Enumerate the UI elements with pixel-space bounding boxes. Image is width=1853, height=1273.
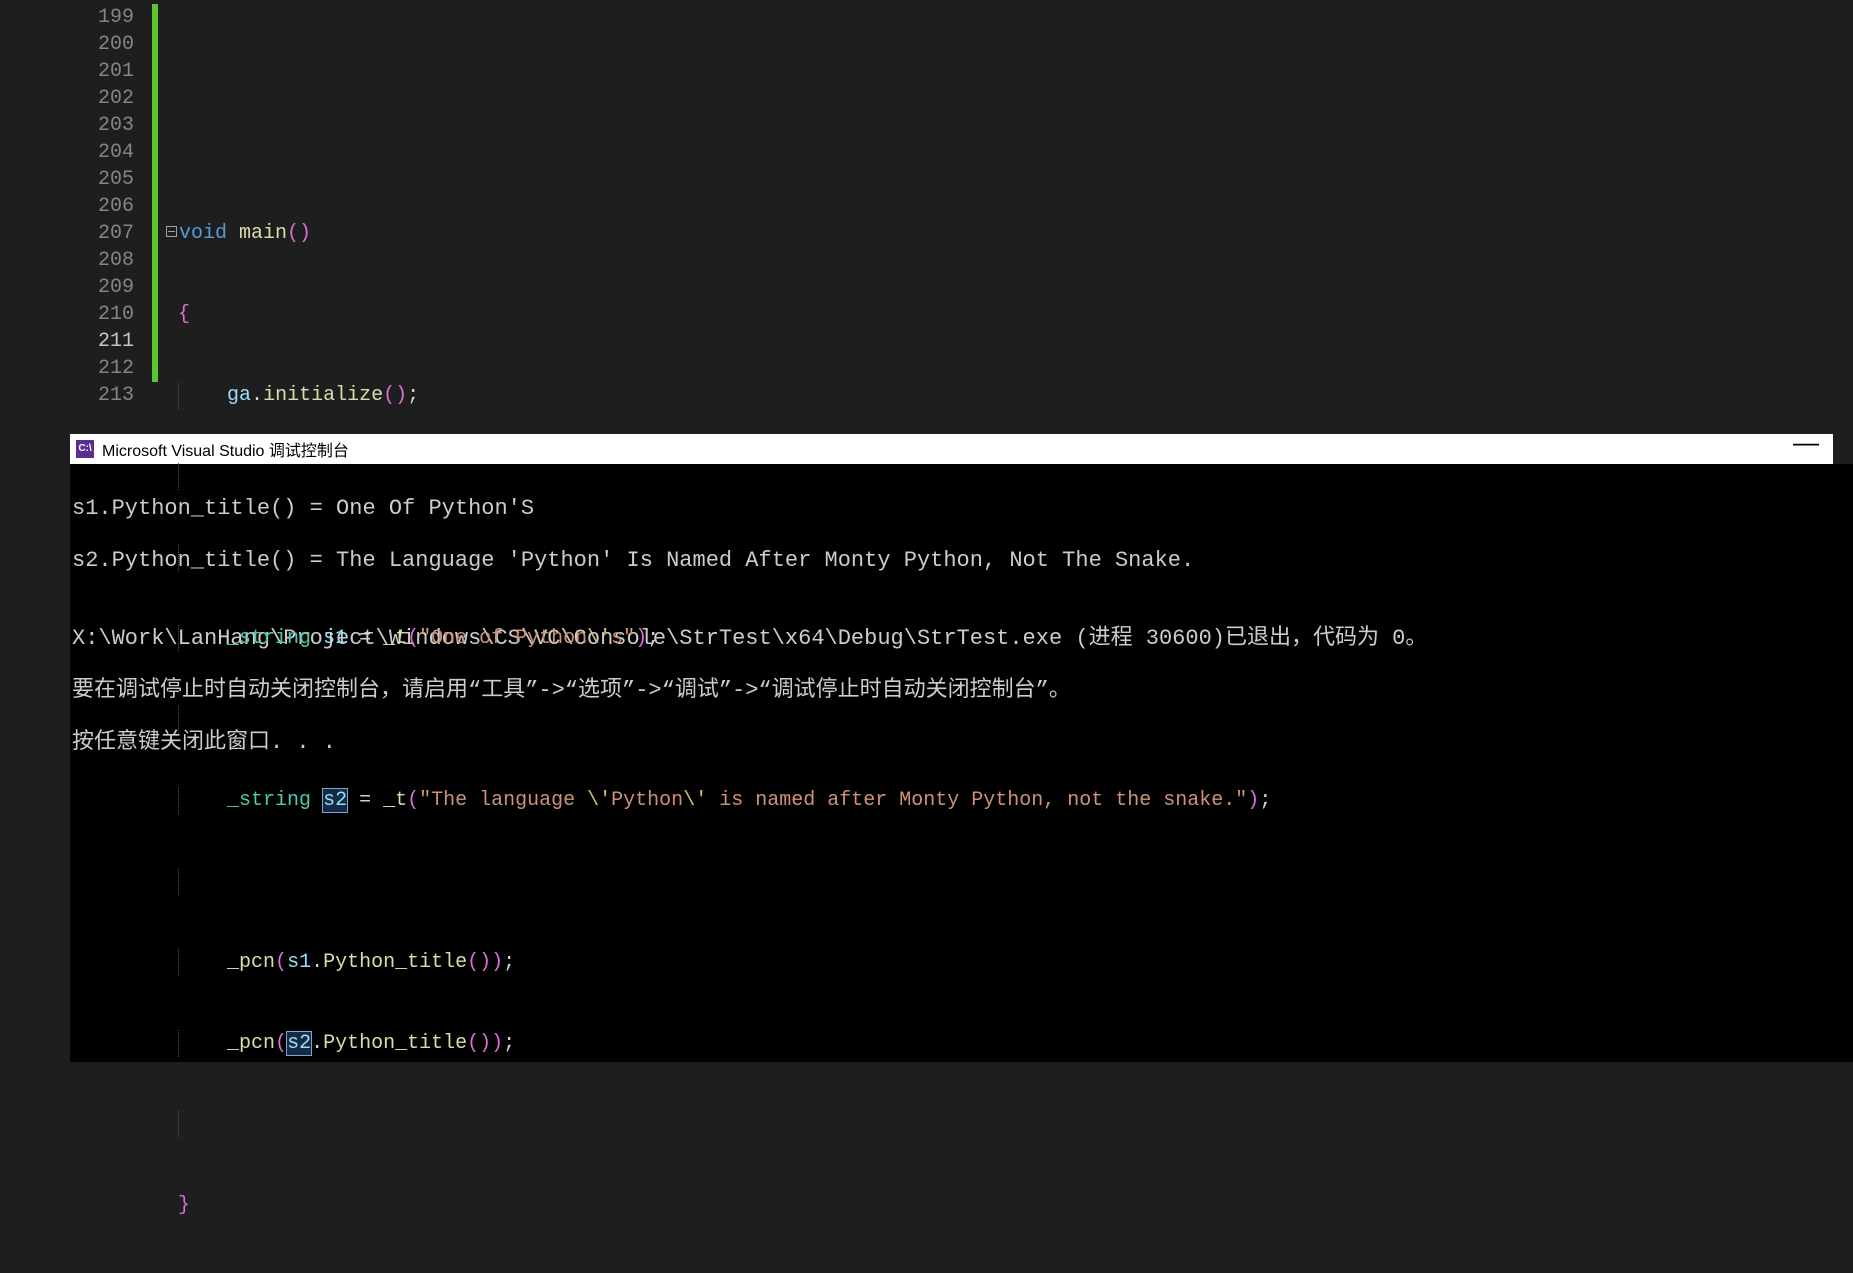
fold-toggle-icon[interactable] (166, 226, 177, 237)
line-number: 200 (0, 31, 134, 58)
code-line[interactable] (166, 868, 1853, 895)
vs-icon: C:\ (76, 440, 94, 458)
line-number: 213 (0, 382, 134, 409)
function-t: _t (383, 789, 407, 812)
line-number: 201 (0, 58, 134, 85)
string-literal: is named after Monty Python, not the sna… (707, 789, 1247, 812)
variable-s2-highlight: s2 (287, 1032, 311, 1055)
escape-sequence: \' (587, 789, 611, 812)
line-number: 203 (0, 112, 134, 139)
function-main: main (239, 222, 287, 245)
line-number: 205 (0, 166, 134, 193)
type-string: _string (227, 627, 311, 650)
code-line[interactable] (166, 139, 1853, 166)
variable-s1: s1 (323, 627, 347, 650)
keyword-void: void (179, 222, 227, 245)
variable-s1: s1 (287, 951, 311, 974)
code-line[interactable]: _string s2 = _t("The language \'Python\'… (166, 787, 1853, 814)
code-line[interactable]: _string s1 = _t("One of Python\'s"); (166, 625, 1853, 652)
function-pcn: _pcn (227, 1032, 275, 1055)
function-pcn: _pcn (227, 951, 275, 974)
line-number: 209 (0, 274, 134, 301)
code-line[interactable] (166, 544, 1853, 571)
string-literal: s" (611, 627, 635, 650)
function-t: _t (383, 627, 407, 650)
code-line[interactable]: { (166, 301, 1853, 328)
code-line[interactable]: } (166, 1192, 1853, 1219)
string-literal: "The language (419, 789, 587, 812)
code-line[interactable]: _pcn(s1.Python_title()); (166, 949, 1853, 976)
method-initialize: initialize (263, 384, 383, 407)
line-number: 207 (0, 220, 134, 247)
method-python-title: Python_title (323, 951, 467, 974)
line-number: 199 (0, 4, 134, 31)
type-string: _string (227, 789, 311, 812)
line-number-current: 211 (0, 328, 134, 355)
code-line[interactable] (166, 58, 1853, 85)
code-line[interactable]: ga.initialize(); (166, 382, 1853, 409)
escape-sequence: \' (587, 627, 611, 650)
line-number: 202 (0, 85, 134, 112)
variable-ga: ga (227, 384, 251, 407)
method-python-title: Python_title (323, 1032, 467, 1055)
line-number: 212 (0, 355, 134, 382)
line-number: 208 (0, 247, 134, 274)
code-line[interactable] (166, 463, 1853, 490)
line-number-gutter: 199 200 201 202 203 204 205 206 207 208 … (0, 0, 152, 434)
code-line[interactable] (166, 706, 1853, 733)
line-number: 210 (0, 301, 134, 328)
code-line[interactable]: _pcn(s2.Python_title()); (166, 1030, 1853, 1057)
line-number: 206 (0, 193, 134, 220)
escape-sequence: \' (683, 789, 707, 812)
code-text-area[interactable]: void main() { ga.initialize(); _string s… (158, 0, 1853, 434)
code-line[interactable]: void main() (166, 220, 1853, 247)
variable-s2-highlight: s2 (323, 789, 347, 812)
line-number: 204 (0, 139, 134, 166)
code-editor[interactable]: 199 200 201 202 203 204 205 206 207 208 … (0, 0, 1853, 434)
string-literal: "One of Python (419, 627, 587, 650)
string-literal: Python (611, 789, 683, 812)
code-line[interactable] (166, 1111, 1853, 1138)
